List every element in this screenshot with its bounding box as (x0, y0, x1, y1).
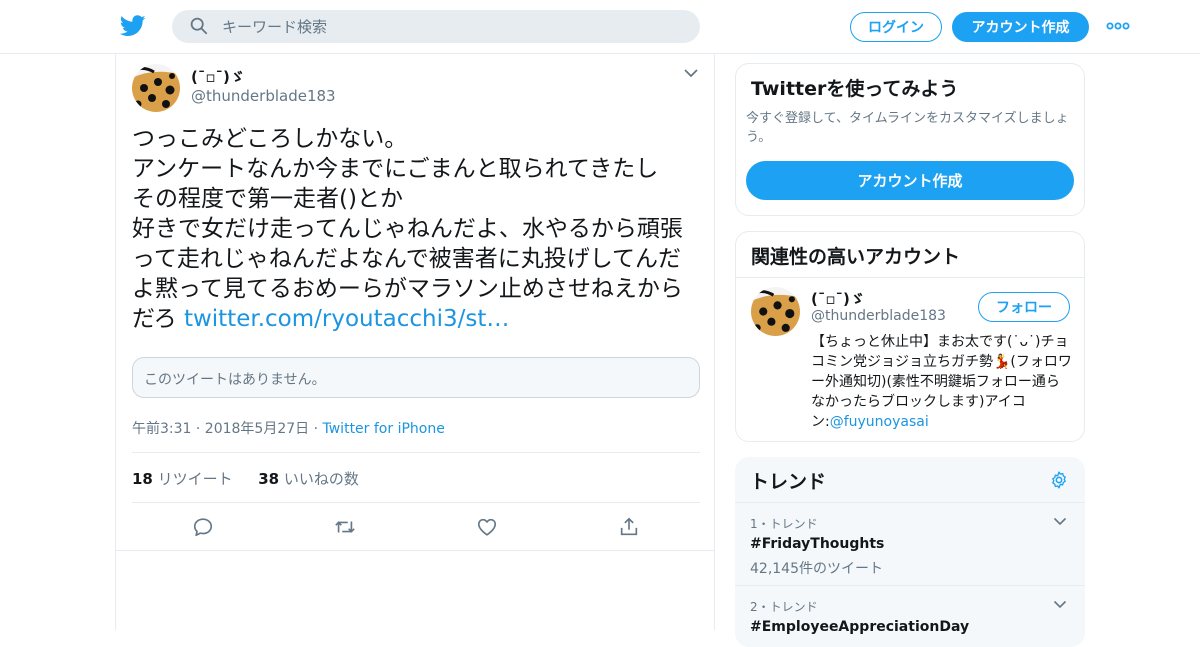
card-description: 今すぐ登録して、タイムラインをカスタマイズしましょう。 (746, 111, 1069, 145)
meta-separator: · (309, 421, 323, 437)
trend-rank: 2・トレンド (750, 600, 818, 614)
account-handle[interactable]: @thunderblade183 (811, 308, 946, 324)
bio-mention-link[interactable]: @fuyunoyasai (830, 414, 929, 430)
card-title: 関連性の高いアカウント (751, 246, 961, 268)
reply-icon[interactable] (192, 516, 214, 538)
author-name[interactable]: (¯▫¯)ゞ (191, 66, 245, 87)
tweet-timestamp[interactable]: 午前3:31 · 2018年5月27日 (132, 421, 309, 437)
twitter-bird-icon[interactable] (120, 14, 146, 38)
trend-tweet-count: 42,145件のツイート (750, 561, 883, 577)
avatar-image (132, 64, 180, 112)
signup-button[interactable]: アカウント作成 (952, 12, 1089, 42)
divider (132, 502, 700, 503)
gear-icon[interactable] (1049, 470, 1069, 490)
like-stat[interactable]: 38 いいねの数 (258, 470, 359, 488)
trends-card: トレンド 1・トレンド #FridayThoughts 42,145件のツイート… (735, 457, 1085, 647)
search-box (172, 10, 700, 43)
avatar[interactable] (751, 287, 800, 336)
avatar[interactable] (132, 64, 180, 112)
share-icon[interactable] (618, 516, 640, 538)
divider (736, 277, 1084, 278)
tweet-text: つっこみどころしかない。 アンケートなんか今までにごまんと取られてきたし その程… (132, 124, 692, 334)
follow-button[interactable]: フォロー (978, 292, 1070, 322)
search-icon (190, 17, 208, 35)
divider (132, 452, 700, 453)
signup-card-button[interactable]: アカウント作成 (746, 161, 1074, 200)
more-dots-icon[interactable] (1106, 19, 1130, 33)
related-accounts-card: 関連性の高いアカウント (¯▫¯)ゞ @thunderblade183 フォロー… (735, 231, 1085, 442)
tweet-link[interactable]: twitter.com/ryoutacchi3/st… (184, 306, 509, 332)
author-handle[interactable]: @thunderblade183 (191, 87, 336, 105)
trend-name[interactable]: #FridayThoughts (750, 536, 884, 552)
retweet-label: リツイート (157, 470, 233, 488)
trend-item[interactable]: 2・トレンド #EmployeeAppreciationDay (735, 586, 1085, 647)
retweet-stat[interactable]: 18 リツイート (132, 470, 233, 488)
signup-promo-card: Twitterを使ってみよう 今すぐ登録して、タイムラインをカスタマイズしましょ… (735, 63, 1085, 216)
like-label: いいねの数 (283, 470, 359, 488)
tweet-stats: 18 リツイート 38 いいねの数 (132, 468, 359, 489)
divider (116, 550, 714, 551)
retweet-icon[interactable] (334, 516, 356, 538)
chevron-down-icon[interactable] (1053, 600, 1067, 609)
trend-item[interactable]: 1・トレンド #FridayThoughts 42,145件のツイート (735, 503, 1085, 586)
chevron-down-icon[interactable] (683, 68, 699, 78)
top-navigation-bar: ログイン アカウント作成 (0, 0, 1200, 54)
card-title: Twitterを使ってみよう (751, 78, 959, 100)
tweet-column: (¯▫¯)ゞ @thunderblade183 つっこみどころしかない。 アンケ… (115, 54, 715, 630)
trend-rank: 1・トレンド (750, 517, 818, 531)
tweet-body: つっこみどころしかない。 アンケートなんか今までにごまんと取られてきたし その程… (132, 126, 683, 332)
quoted-tweet-unavailable: このツイートはありません。 (132, 357, 700, 398)
chevron-down-icon[interactable] (1053, 517, 1067, 526)
like-count: 38 (258, 470, 280, 488)
quote-unavailable-text: このツイートはありません。 (144, 372, 326, 388)
like-heart-icon[interactable] (476, 516, 498, 538)
account-bio: 【ちょっと休止中】まお太です(˙ᴗ˙)チョコミン党ジョジョ立ちガチ勢💃(フォロワ… (811, 332, 1073, 432)
login-button[interactable]: ログイン (850, 12, 942, 42)
trend-name[interactable]: #EmployeeAppreciationDay (750, 619, 969, 635)
avatar-image (751, 287, 800, 336)
account-name[interactable]: (¯▫¯)ゞ (811, 288, 865, 309)
search-input[interactable] (222, 10, 682, 43)
tweet-metadata: 午前3:31 · 2018年5月27日 · Twitter for iPhone (132, 418, 445, 438)
retweet-count: 18 (132, 470, 153, 488)
card-title: トレンド (750, 471, 827, 493)
tweet-source-link[interactable]: Twitter for iPhone (323, 421, 445, 437)
